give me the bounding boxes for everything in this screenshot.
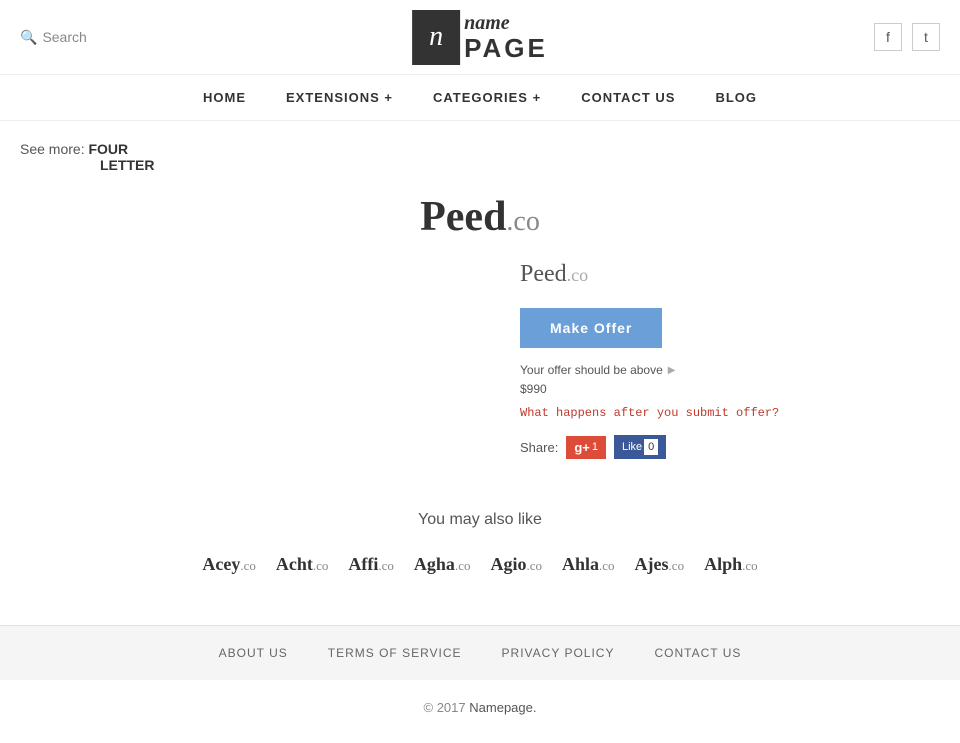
logo-script-icon: n (429, 21, 443, 53)
share-label: Share: (520, 440, 558, 455)
nav-extensions[interactable]: EXTENSIONS + (286, 90, 393, 105)
list-item[interactable]: Alph.co (704, 554, 758, 575)
content-section: Peed.co Make Offer Your offer should be … (20, 261, 940, 461)
site-logo[interactable]: n name PAGE (412, 10, 548, 65)
footer-copyright: © 2017 Namepage. (0, 680, 960, 735)
gplus-icon: g+ (574, 440, 590, 455)
also-like-section: You may also like Acey.co Acht.co Affi.c… (20, 511, 940, 575)
google-plus-button[interactable]: g+ 1 (566, 436, 606, 459)
fb-count: 0 (644, 439, 658, 455)
logo-icon-box: n (412, 10, 460, 65)
offer-info-text: Your offer should be above ▶ (520, 363, 800, 377)
share-row: Share: g+ 1 Like 0 (520, 435, 800, 459)
footer-contact[interactable]: CONTACT US (654, 646, 741, 660)
domain-name-large: Peed (420, 194, 506, 240)
gplus-count: 1 (592, 441, 598, 453)
list-item[interactable]: Ahla.co (562, 554, 615, 575)
main-nav: HOME EXTENSIONS + CATEGORIES + CONTACT U… (0, 75, 960, 121)
footer-brand-link[interactable]: Namepage. (469, 700, 536, 715)
logo-name: name (464, 12, 548, 34)
domain-list: Acey.co Acht.co Affi.co Agha.co Agio.co … (20, 554, 940, 575)
list-item[interactable]: Agio.co (490, 554, 542, 575)
list-item[interactable]: Ajes.co (635, 554, 685, 575)
list-item[interactable]: Acht.co (276, 554, 329, 575)
footer-nav: ABOUT US TERMS OF SERVICE PRIVACY POLICY… (0, 625, 960, 680)
see-more-label: See more: (20, 141, 85, 157)
logo-page: PAGE (464, 34, 548, 63)
domain-large-text: Peed.co (420, 193, 540, 241)
search-label: Search (42, 29, 86, 45)
domain-info-panel: Peed.co Make Offer Your offer should be … (520, 261, 800, 461)
footer-privacy[interactable]: PRIVACY POLICY (502, 646, 615, 660)
facebook-icon[interactable]: f (874, 23, 902, 51)
domain-display: Peed.co (20, 193, 940, 241)
search-icon: 🔍 (20, 29, 37, 46)
twitter-icon[interactable]: t (912, 23, 940, 51)
list-item[interactable]: Affi.co (348, 554, 394, 575)
list-item[interactable]: Agha.co (414, 554, 471, 575)
domain-title-name: Peed (520, 261, 567, 287)
domain-image-area (160, 261, 460, 461)
make-offer-button[interactable]: Make Offer (520, 308, 662, 348)
offer-arrow-icon: ▶ (668, 365, 676, 376)
also-like-title: You may also like (20, 511, 940, 529)
fb-like-label: Like (622, 441, 642, 453)
nav-home[interactable]: HOME (203, 90, 246, 105)
footer-about-us[interactable]: ABOUT US (219, 646, 288, 660)
list-item[interactable]: Acey.co (202, 554, 256, 575)
see-more-link-four[interactable]: FOUR (88, 141, 128, 157)
see-more-link-letter[interactable]: LETTER (100, 157, 154, 173)
site-header: 🔍 Search n name PAGE f t (0, 0, 960, 75)
offer-amount: $990 (520, 382, 800, 396)
domain-title: Peed.co (520, 261, 800, 288)
footer-terms[interactable]: TERMS OF SERVICE (328, 646, 462, 660)
footer: ABOUT US TERMS OF SERVICE PRIVACY POLICY… (0, 625, 960, 735)
main-content: See more: FOUR LETTER Peed.co Peed.co Ma… (0, 121, 960, 625)
offer-faq-link[interactable]: What happens after you submit offer? (520, 406, 800, 420)
nav-contact[interactable]: CONTACT US (581, 90, 675, 105)
domain-title-ext: .co (567, 265, 589, 285)
copyright-year: © 2017 (424, 700, 466, 715)
nav-blog[interactable]: BLOG (715, 90, 757, 105)
facebook-like-button[interactable]: Like 0 (614, 435, 666, 459)
domain-ext-large: .co (506, 206, 539, 237)
search-button[interactable]: 🔍 Search (20, 29, 87, 46)
nav-categories[interactable]: CATEGORIES + (433, 90, 541, 105)
see-more-section: See more: FOUR LETTER (20, 141, 940, 173)
social-icons: f t (874, 23, 940, 51)
logo-text: name PAGE (464, 12, 548, 63)
